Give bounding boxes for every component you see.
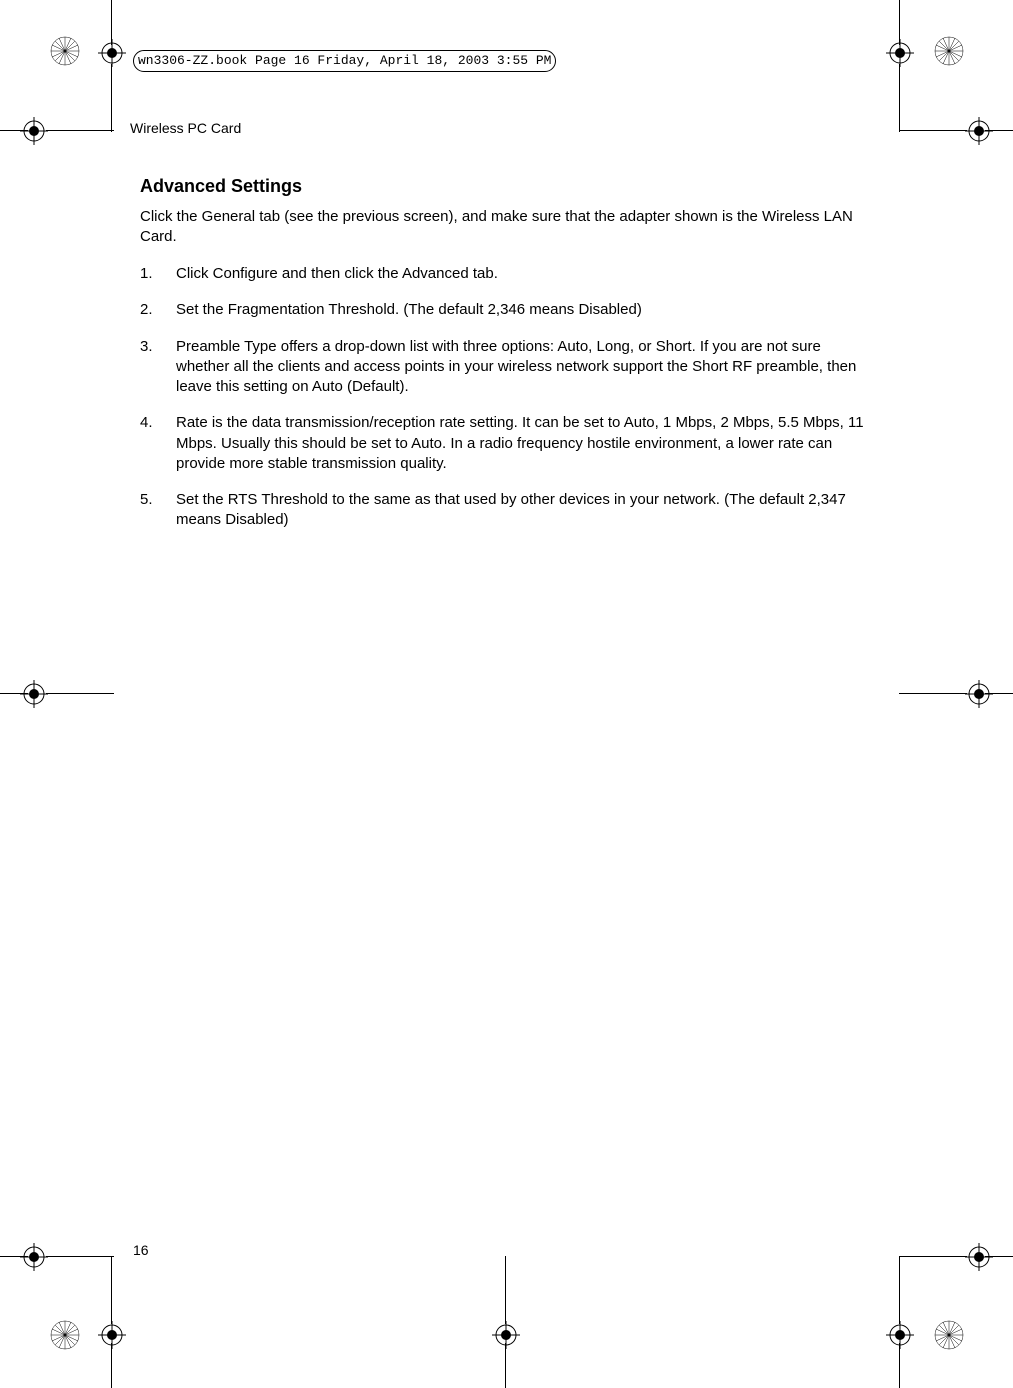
register-mark-icon — [20, 117, 48, 145]
list-item-text: Set the RTS Threshold to the same as tha… — [176, 491, 846, 528]
register-mark-icon — [886, 39, 914, 67]
list-item: 3.Preamble Type offers a drop-down list … — [140, 337, 870, 398]
crop-line — [111, 1343, 112, 1388]
crop-line — [985, 693, 1013, 694]
list-item-text: Set the Fragmentation Threshold. (The de… — [176, 301, 642, 318]
intro-text: Click the General tab (see the previous … — [140, 207, 870, 246]
radial-mark-icon — [50, 1320, 80, 1350]
radial-mark-icon — [934, 1320, 964, 1350]
register-mark-icon — [20, 1243, 48, 1271]
crop-line — [111, 64, 112, 132]
list-item: 2.Set the Fragmentation Threshold. (The … — [140, 300, 870, 320]
header-filename-box: wn3306-ZZ.book Page 16 Friday, April 18,… — [133, 50, 556, 72]
crop-line — [46, 1256, 114, 1257]
crop-line — [899, 0, 900, 45]
section-title: Advanced Settings — [140, 176, 870, 197]
crop-line — [899, 64, 900, 132]
crop-line — [899, 1343, 900, 1388]
crop-line — [899, 1256, 900, 1324]
crop-line — [899, 693, 967, 694]
crop-line — [505, 1256, 506, 1324]
crop-line — [985, 130, 1013, 131]
list-item: 5.Set the RTS Threshold to the same as t… — [140, 490, 870, 531]
crop-line — [985, 1256, 1013, 1257]
running-header: Wireless PC Card — [130, 120, 870, 136]
register-mark-icon — [98, 39, 126, 67]
radial-mark-icon — [50, 36, 80, 66]
page-content: Wireless PC Card Advanced Settings Click… — [130, 120, 870, 547]
crop-line — [46, 130, 114, 131]
crop-line — [111, 1256, 112, 1324]
crop-line — [0, 130, 28, 131]
radial-mark-icon — [934, 36, 964, 66]
list-item: 1.Click Configure and then click the Adv… — [140, 264, 870, 284]
register-mark-icon — [98, 1321, 126, 1349]
register-mark-icon — [20, 680, 48, 708]
register-mark-icon — [886, 1321, 914, 1349]
register-mark-icon — [965, 680, 993, 708]
list-item: 4.Rate is the data transmission/receptio… — [140, 413, 870, 474]
crop-line — [46, 693, 114, 694]
register-mark-icon — [492, 1321, 520, 1349]
page-number: 16 — [133, 1242, 149, 1258]
list-item-text: Rate is the data transmission/reception … — [176, 414, 864, 472]
crop-line — [0, 1256, 28, 1257]
crop-line — [505, 1343, 506, 1388]
crop-line — [899, 130, 967, 131]
crop-line — [899, 1256, 967, 1257]
list-item-text: Preamble Type offers a drop-down list wi… — [176, 338, 856, 396]
numbered-list: 1.Click Configure and then click the Adv… — [140, 264, 870, 531]
crop-line — [111, 0, 112, 45]
list-item-text: Click Configure and then click the Advan… — [176, 265, 498, 282]
register-mark-icon — [965, 117, 993, 145]
register-mark-icon — [965, 1243, 993, 1271]
crop-line — [0, 693, 28, 694]
